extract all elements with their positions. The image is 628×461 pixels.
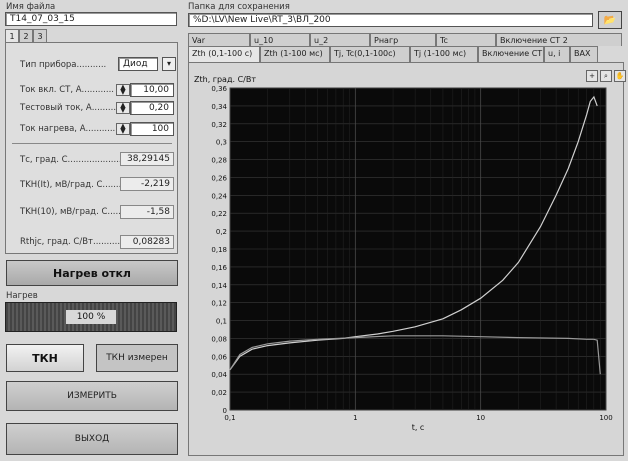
x-tick-label: 0,1 [224,414,235,422]
rthjc-label: Rthjc, град. С/Вт.............. [20,237,131,247]
y-tick-label: 0,04 [211,371,227,379]
tabs-row-1: Var u_10 u_2 Рнагр Tc Включение СТ 2 [188,33,622,46]
tab-var[interactable]: Var [188,33,250,46]
tkn-button[interactable]: ТКН [6,344,84,372]
heat-off-button[interactable]: Нагрев откл [6,260,178,286]
rthjc-value: 0,08283 [120,235,174,249]
tab-tj-tc[interactable]: Tj, Tc(0,1-100c) [330,46,410,62]
test-current-label: Тестовый ток, А............ [20,103,125,113]
y-tick-label: 0,1 [216,318,227,326]
file-name-label: Имя файла [6,2,56,12]
device-type-select[interactable]: Диод [118,57,158,71]
x-tick-label: 10 [476,414,485,422]
tab-tj-1-100ms[interactable]: Tj (1-100 мс) [410,46,478,62]
tab-zth-1-100ms[interactable]: Zth (1-100 мс) [260,46,330,62]
settings-tabs: 1 2 3 [5,29,47,42]
heat-current-stepper-icon[interactable]: ▲ ▼ [116,123,130,135]
heat-current-input[interactable]: 100 [130,122,174,136]
x-tick-label: 1 [353,414,357,422]
y-tick-label: 0,22 [211,210,227,218]
y-tick-label: 0,2 [216,228,227,236]
y-tick-label: 0,26 [211,174,227,182]
divider [12,143,172,144]
switch-current-input[interactable]: 10,00 [130,83,174,97]
exit-button[interactable]: ВЫХОД [6,423,178,455]
zth-chart: Zth, град. С/Вт 00,020,040,060,080,10,12… [194,75,613,432]
heat-current-label: Ток нагрева, А.............. [20,124,124,134]
tab-switch-st[interactable]: Включение СТ [478,46,544,62]
y-tick-label: 0,3 [216,139,227,147]
tab-1[interactable]: 1 [5,29,19,42]
folder-path-input[interactable]: %D:\LV\New Live\RT_3\ВЛ_200 [188,13,593,27]
y-tick-label: 0,36 [211,85,227,93]
x-axis-label: t, c [412,423,425,432]
y-tick-label: 0,16 [211,264,227,272]
tkn-measured-button[interactable]: ТКН измерен [96,344,178,372]
tkn-10-label: TKH(10), мВ/град. С......... [20,207,132,217]
y-tick-label: 0,12 [211,300,227,308]
x-tick-label: 100 [599,414,612,422]
test-current-input[interactable]: 0,20 [130,101,174,115]
y-tick-label: 0,34 [211,103,227,111]
dropdown-arrow-icon[interactable]: ▾ [162,57,176,71]
measure-button[interactable]: ИЗМЕРИТЬ [6,381,178,411]
case-temp-value: 38,29145 [120,152,174,166]
y-ticks: 00,020,040,060,080,10,120,140,160,180,20… [211,85,227,415]
tab-heat-power[interactable]: Рнагр [370,33,436,46]
tab-u-i[interactable]: u, i [544,46,570,62]
y-tick-label: 0,02 [211,389,227,397]
y-tick-label: 0,08 [211,335,227,343]
tab-zth-0-1-100s[interactable]: Zth (0,1-100 с) [188,46,260,62]
file-name-input[interactable]: T14_07_03_15 [5,12,177,26]
folder-label: Папка для сохранения [188,2,290,12]
heat-progress-bar: 100 % [5,302,177,332]
tab-vah[interactable]: ВАХ [570,46,598,62]
tkn-10-value: -1,58 [120,205,174,219]
tab-tc[interactable]: Tc [436,33,496,46]
switch-current-stepper-icon[interactable]: ▲ ▼ [116,84,130,96]
tab-u2[interactable]: u_2 [310,33,370,46]
y-tick-label: 0,18 [211,246,227,254]
tkn-it-value: -2,219 [120,177,174,191]
tab-2[interactable]: 2 [19,29,33,42]
test-current-stepper-icon[interactable]: ▲ ▼ [116,102,130,114]
heat-progress-text: 100 % [66,310,116,324]
heat-label: Нагрев [6,291,38,301]
y-tick-label: 0,32 [211,121,227,129]
device-type-label: Тип прибора........... [20,60,107,70]
tabs-row-2: Zth (0,1-100 с) Zth (1-100 мс) Tj, Tc(0,… [188,46,598,62]
y-axis-label: Zth, град. С/Вт [194,75,256,84]
tab-switch-st2[interactable]: Включение СТ 2 [496,33,622,46]
y-tick-label: 0,14 [211,282,227,290]
switch-current-label: Ток вкл. СТ, А............ [20,85,114,95]
folder-browse-icon[interactable]: 📂 [598,11,622,29]
y-tick-label: 0,24 [211,192,227,200]
tab-3[interactable]: 3 [33,29,47,42]
tab-u10[interactable]: u_10 [250,33,310,46]
x-ticks: 0,1 1 10 100 [224,414,612,422]
settings-panel [5,42,178,254]
y-tick-label: 0,28 [211,157,227,165]
y-tick-label: 0,06 [211,353,227,361]
